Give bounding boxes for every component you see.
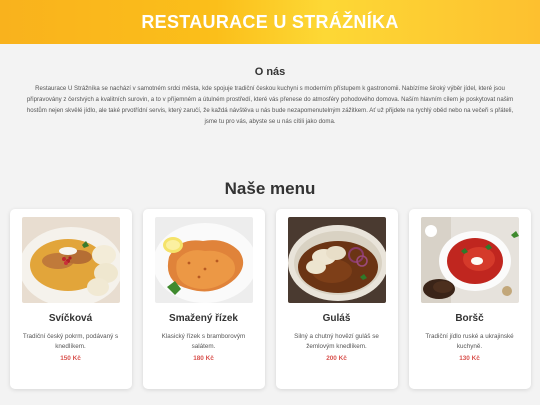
about-heading: O nás bbox=[254, 66, 286, 78]
menu-item-description: Tradiční jídlo ruské a ukrajinské kuchyn… bbox=[425, 333, 514, 350]
menu-card-svickova[interactable]: Svíčková Tradiční český pokrm, podávaný … bbox=[9, 209, 132, 389]
menu-card-gulas[interactable]: Guláš Silný a chutný hovězí guláš se žem… bbox=[275, 209, 398, 389]
menu-title: Naše menu bbox=[224, 179, 316, 198]
about-section: O nás Restaurace U Strážníka se nachází … bbox=[0, 66, 540, 127]
svickova-photo bbox=[21, 217, 120, 303]
borsc-photo bbox=[420, 217, 519, 303]
menu-item-price: 180 Kč bbox=[193, 355, 214, 362]
menu-item-name: Boršč bbox=[455, 313, 484, 324]
menu-item-price: 130 Kč bbox=[459, 355, 480, 362]
menu-item-description: Tradiční český pokrm, podávaný s knedlík… bbox=[22, 333, 119, 350]
menu-item-description: Silný a chutný hovězí guláš se žemlovým … bbox=[294, 333, 379, 350]
menu-card-borsc[interactable]: Boršč Tradiční jídlo ruské a ukrajinské … bbox=[408, 209, 531, 389]
menu-item-description: Klasický řízek s bramborovým salátem. bbox=[161, 333, 246, 350]
menu-item-price: 200 Kč bbox=[326, 355, 347, 362]
site-title: RESTAURACE U STRÁŽNÍKA bbox=[141, 11, 399, 32]
menu-card-rizek[interactable]: Smažený řízek Klasický řízek s bramborov… bbox=[142, 209, 265, 389]
menu-grid: Svíčková Tradiční český pokrm, podávaný … bbox=[0, 209, 540, 389]
menu-item-name: Smažený řízek bbox=[169, 313, 238, 324]
menu-item-price: 150 Kč bbox=[60, 355, 81, 362]
menu-item-name: Svíčková bbox=[48, 313, 93, 324]
rizek-photo bbox=[154, 217, 253, 303]
gulas-photo bbox=[287, 217, 386, 303]
about-text: Restaurace U Strážníka se nachází v samo… bbox=[26, 85, 514, 125]
site-header: RESTAURACE U STRÁŽNÍKA bbox=[0, 0, 540, 44]
menu-item-name: Guláš bbox=[322, 313, 351, 324]
